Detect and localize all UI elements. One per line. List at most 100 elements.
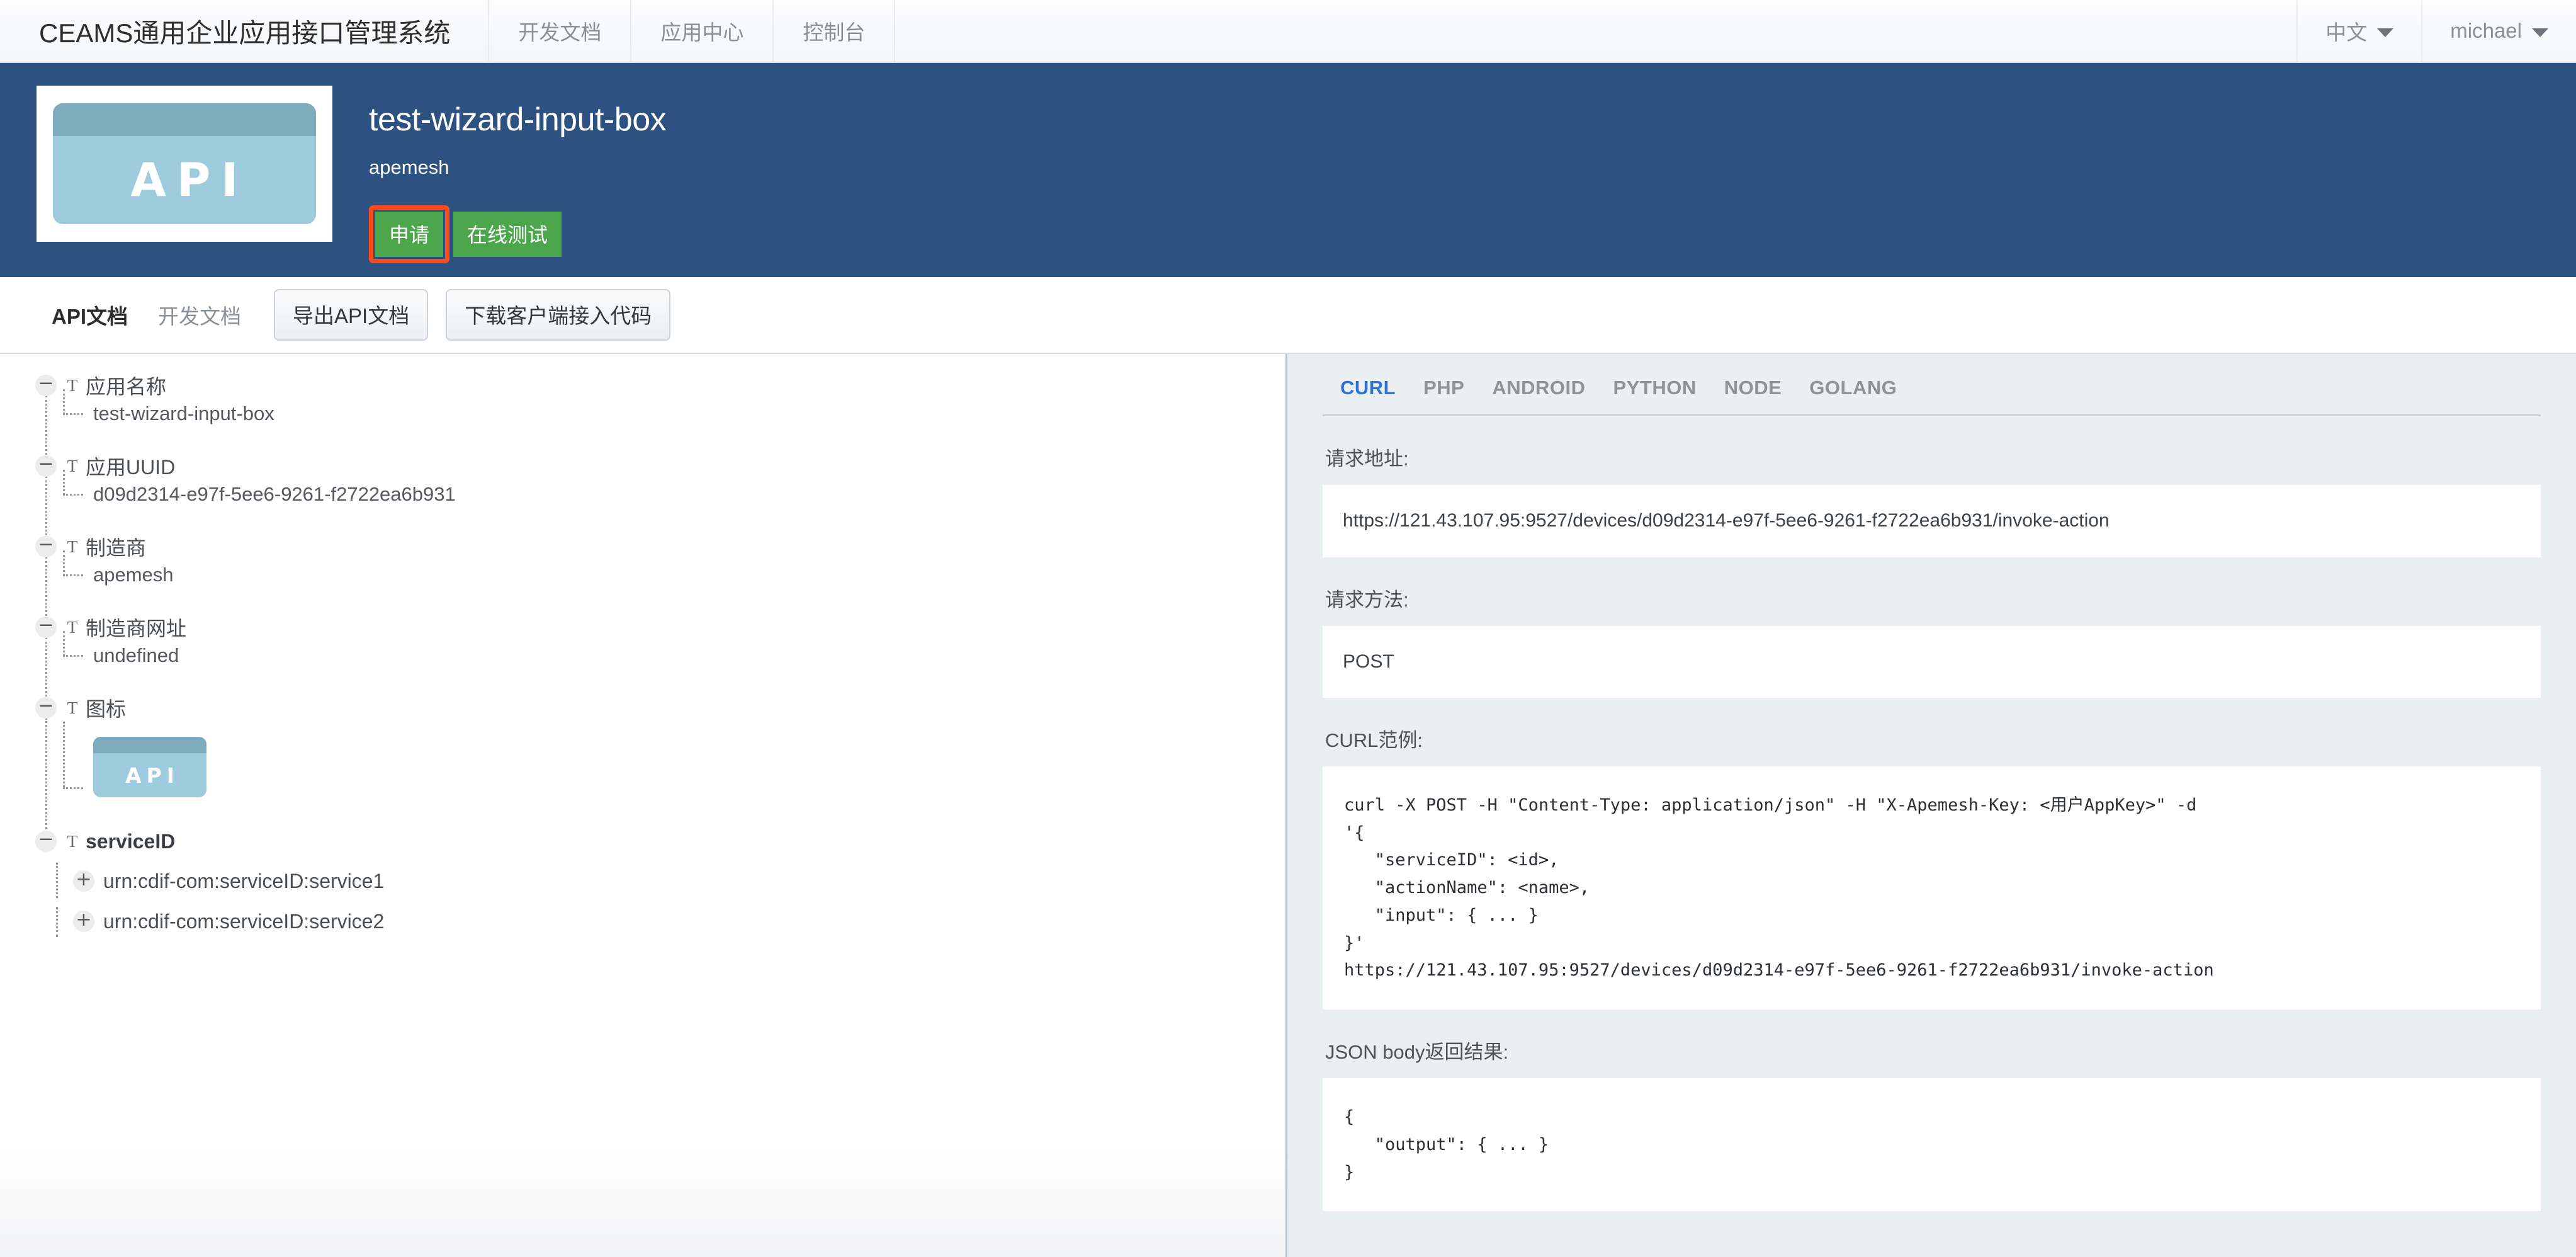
tree-leaf-service[interactable]: + urn:cdif-com:serviceID:service2 bbox=[63, 907, 1285, 936]
tree-spine bbox=[56, 863, 58, 898]
api-icon-thumbnail: API bbox=[93, 737, 206, 797]
tree-elbow-horizontal bbox=[63, 494, 83, 496]
tree-leaf-value: test-wizard-input-box bbox=[93, 402, 274, 424]
json-body-code: { "output": { ... } } bbox=[1323, 1078, 2541, 1212]
tree-node-label: serviceID bbox=[86, 829, 176, 853]
code-language-tabs: CURL PHP ANDROID PYTHON NODE GOLANG bbox=[1323, 377, 2541, 416]
tree-node-label: 应用UUID bbox=[86, 456, 176, 479]
tab-api-doc[interactable]: API文档 bbox=[37, 300, 143, 330]
banner-text-block: test-wizard-input-box apemesh 申请 在线测试 bbox=[332, 86, 667, 263]
tab-android[interactable]: ANDROID bbox=[1478, 377, 1599, 399]
tree-node-header[interactable]: − T serviceID bbox=[35, 828, 1285, 855]
tree-node-label: 制造商网址 bbox=[86, 617, 187, 640]
tree-leaf-service[interactable]: + urn:cdif-com:serviceID:service1 bbox=[63, 867, 1285, 896]
tree-node-label: 应用名称 bbox=[86, 375, 167, 398]
nav-item-dev-docs[interactable]: 开发文档 bbox=[489, 0, 630, 62]
curl-example-code: curl -X POST -H "Content-Type: applicati… bbox=[1323, 766, 2541, 1010]
tree-leaf: d09d2314-e97f-5ee6-9261-f2722ea6b931 bbox=[63, 470, 1285, 509]
tree-node-icon: − T 图标 API bbox=[35, 694, 1285, 844]
document-toolbar: API文档 开发文档 导出API文档 下载客户端接入代码 bbox=[0, 277, 2576, 354]
tab-golang[interactable]: GOLANG bbox=[1795, 377, 1911, 399]
tree-node-app-name: − T 应用名称 test-wizard-input-box bbox=[35, 372, 1285, 458]
top-navigation-bar: CEAMS通用企业应用接口管理系统 开发文档 应用中心 控制台 中文 micha… bbox=[0, 0, 2576, 63]
main-content: − T 应用名称 test-wizard-input-box − T 应用UUI… bbox=[0, 354, 2576, 1257]
export-api-doc-button[interactable]: 导出API文档 bbox=[274, 289, 429, 341]
tree-node-header[interactable]: − T 图标 bbox=[35, 694, 1285, 722]
logo-api-text: API bbox=[125, 763, 179, 788]
tree-elbow-horizontal bbox=[63, 574, 83, 576]
tree-collapse-icon[interactable]: − bbox=[35, 535, 57, 557]
tree-leaf-value: urn:cdif-com:serviceID:service2 bbox=[103, 909, 385, 933]
tree-children: apemesh bbox=[35, 550, 1285, 589]
tree-spine bbox=[45, 718, 47, 844]
tree-node-manufacturer-url: − T 制造商网址 undefined bbox=[35, 613, 1285, 731]
tree-elbow-horizontal bbox=[63, 413, 83, 415]
tree-collapse-icon[interactable]: − bbox=[35, 374, 57, 396]
tree-node-header[interactable]: − T 制造商 bbox=[35, 533, 1285, 560]
tree-collapse-icon[interactable]: − bbox=[35, 455, 57, 477]
request-method-label: 请求方法: bbox=[1325, 588, 1409, 611]
tab-node[interactable]: NODE bbox=[1710, 377, 1796, 399]
tree-node-header[interactable]: − T 应用UUID bbox=[35, 452, 1285, 480]
tree-collapse-icon[interactable]: − bbox=[35, 830, 57, 852]
tab-dev-doc[interactable]: 开发文档 bbox=[143, 300, 256, 330]
tree-expand-icon[interactable]: + bbox=[73, 868, 94, 892]
tree-children: d09d2314-e97f-5ee6-9261-f2722ea6b931 bbox=[35, 470, 1285, 509]
tree-node-header[interactable]: − T 制造商网址 bbox=[35, 613, 1285, 641]
language-label: 中文 bbox=[2325, 21, 2368, 44]
curl-example-label: CURL范例: bbox=[1325, 729, 1423, 751]
text-type-icon: T bbox=[67, 537, 78, 556]
download-client-code-button[interactable]: 下载客户端接入代码 bbox=[446, 289, 671, 341]
tree-spine bbox=[45, 476, 47, 539]
tree-spine bbox=[45, 395, 47, 458]
text-type-icon: T bbox=[67, 698, 78, 717]
text-type-icon: T bbox=[67, 375, 78, 395]
tree-node-label: 图标 bbox=[86, 698, 127, 720]
tree-elbow-horizontal bbox=[63, 655, 83, 657]
tree-collapse-icon[interactable]: − bbox=[35, 697, 57, 719]
tree-leaf: test-wizard-input-box bbox=[63, 389, 1285, 428]
text-type-icon: T bbox=[67, 456, 78, 475]
tab-curl[interactable]: CURL bbox=[1340, 377, 1409, 399]
tree-elbow-vertical bbox=[63, 722, 82, 787]
app-logo: API bbox=[37, 86, 332, 242]
tab-python[interactable]: PYTHON bbox=[1600, 377, 1710, 399]
nav-item-app-center[interactable]: 应用中心 bbox=[631, 0, 772, 62]
logo-top-strip bbox=[53, 103, 316, 136]
nav-item-console[interactable]: 控制台 bbox=[774, 0, 894, 62]
request-url-label: 请求地址: bbox=[1325, 448, 1409, 470]
tree-leaf-value: apemesh bbox=[93, 564, 174, 586]
tree-node-manufacturer: − T 制造商 apemesh bbox=[35, 533, 1285, 620]
tree-children: undefined bbox=[35, 631, 1285, 670]
tree-node-serviceid: − T serviceID + urn:cdif-com:serviceID:s… bbox=[35, 828, 1285, 937]
tree-leaf: apemesh bbox=[63, 550, 1285, 589]
tree-node-header[interactable]: − T 应用名称 bbox=[35, 372, 1285, 399]
tree-leaf-value: urn:cdif-com:serviceID:service1 bbox=[103, 869, 385, 892]
tree-children: API bbox=[35, 722, 1285, 797]
request-method-value: POST bbox=[1323, 625, 2541, 698]
tree-collapse-icon[interactable]: − bbox=[35, 616, 57, 638]
chevron-down-icon bbox=[2532, 28, 2548, 37]
tree-spine bbox=[45, 557, 47, 620]
tab-php[interactable]: PHP bbox=[1409, 377, 1478, 399]
vendor-label: apemesh bbox=[369, 156, 449, 178]
json-body-label: JSON body返回结果: bbox=[1325, 1041, 1509, 1064]
tree-elbow-horizontal bbox=[63, 787, 83, 789]
tree-children: test-wizard-input-box bbox=[35, 389, 1285, 428]
tree-spine bbox=[56, 907, 58, 937]
text-type-icon: T bbox=[67, 831, 78, 851]
metadata-tree: − T 应用名称 test-wizard-input-box − T 应用UUI… bbox=[0, 372, 1285, 937]
tree-leaf-value: d09d2314-e97f-5ee6-9261-f2722ea6b931 bbox=[93, 483, 456, 505]
tree-expand-icon[interactable]: + bbox=[73, 909, 94, 932]
user-menu[interactable]: michael bbox=[2422, 0, 2576, 62]
app-banner: API test-wizard-input-box apemesh 申请 在线测… bbox=[0, 63, 2576, 277]
tree-leaf-icon: API bbox=[63, 722, 1285, 797]
tree-node-label: 制造商 bbox=[86, 537, 147, 559]
online-test-button[interactable]: 在线测试 bbox=[453, 212, 562, 257]
api-logo-graphic: API bbox=[53, 103, 316, 224]
tree-node-app-uuid: − T 应用UUID d09d2314-e97f-5ee6-9261-f2722… bbox=[35, 452, 1285, 539]
apply-button[interactable]: 申请 bbox=[375, 212, 444, 257]
language-selector[interactable]: 中文 bbox=[2298, 0, 2421, 62]
tree-children: + urn:cdif-com:serviceID:service1 + urn:… bbox=[35, 863, 1285, 937]
